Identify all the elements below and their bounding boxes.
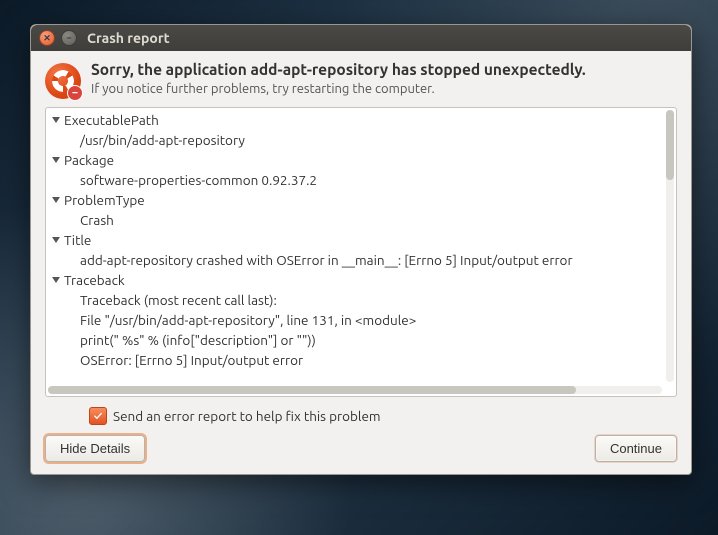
tree-value[interactable]: /usr/bin/add-apt-repository — [52, 130, 664, 150]
vertical-scroll-thumb[interactable] — [666, 110, 674, 180]
dialog-buttons: Hide Details Continue — [45, 435, 677, 462]
close-icon[interactable]: ✕ — [39, 30, 55, 46]
send-report-label: Send an error report to help fix this pr… — [113, 408, 381, 424]
hide-details-button[interactable]: Hide Details — [45, 435, 145, 462]
tree-value[interactable]: add-apt-repository crashed with OSError … — [52, 250, 664, 270]
horizontal-scroll-thumb[interactable] — [48, 386, 576, 394]
tree-value[interactable]: Crash — [52, 210, 664, 230]
crash-report-window: ✕ – Crash report − Sorry, the applicatio… — [30, 24, 692, 475]
send-report-checkbox-row[interactable]: ✓ Send an error report to help fix this … — [89, 407, 677, 425]
tree-key-label: ProblemType — [64, 190, 145, 210]
window-content: − Sorry, the application add-apt-reposit… — [31, 51, 691, 474]
tree-key[interactable]: ProblemType — [52, 190, 664, 210]
tree-value[interactable]: File "/usr/bin/add-apt-repository", line… — [52, 310, 664, 330]
desktop-background: ✕ – Crash report − Sorry, the applicatio… — [0, 0, 718, 535]
tree-value[interactable]: print(" %s" % (info["description"] or ""… — [52, 330, 664, 350]
dialog-header: − Sorry, the application add-apt-reposit… — [45, 61, 677, 99]
tree-key-label: ExecutablePath — [64, 110, 159, 130]
dialog-heading: Sorry, the application add-apt-repositor… — [91, 61, 586, 78]
tree-value[interactable]: OSError: [Errno 5] Input/output error — [52, 350, 664, 370]
expander-icon[interactable] — [52, 237, 60, 243]
error-badge-icon: − — [67, 85, 83, 101]
dialog-subtext: If you notice further problems, try rest… — [91, 82, 586, 96]
tree-key[interactable]: Title — [52, 230, 664, 250]
minimize-icon[interactable]: – — [61, 30, 77, 46]
tree-key-label: Traceback — [64, 270, 125, 290]
details-panel: ExecutablePath/usr/bin/add-apt-repositor… — [45, 107, 677, 397]
continue-button[interactable]: Continue — [595, 435, 677, 462]
tree-value[interactable]: Traceback (most recent call last): — [52, 290, 664, 310]
checkbox-checked-icon[interactable]: ✓ — [89, 407, 107, 425]
horizontal-scrollbar[interactable] — [48, 386, 662, 394]
tree-key[interactable]: Package — [52, 150, 664, 170]
vertical-scrollbar[interactable] — [666, 110, 674, 382]
tree-key-label: Package — [64, 150, 114, 170]
ubuntu-error-icon: − — [45, 63, 81, 99]
expander-icon[interactable] — [52, 117, 60, 123]
tree-key[interactable]: ExecutablePath — [52, 110, 664, 130]
window-title: Crash report — [87, 30, 170, 46]
tree-key[interactable]: Traceback — [52, 270, 664, 290]
expander-icon[interactable] — [52, 277, 60, 283]
expander-icon[interactable] — [52, 157, 60, 163]
expander-icon[interactable] — [52, 197, 60, 203]
tree-value[interactable]: software-properties-common 0.92.37.2 — [52, 170, 664, 190]
tree-key-label: Title — [64, 230, 91, 250]
window-titlebar[interactable]: ✕ – Crash report — [31, 25, 691, 51]
details-tree[interactable]: ExecutablePath/usr/bin/add-apt-repositor… — [46, 108, 664, 384]
